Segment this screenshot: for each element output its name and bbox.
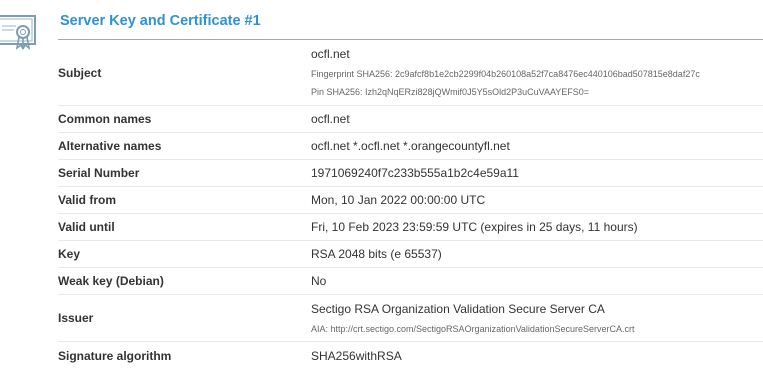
issuer-value: Sectigo RSA Organization Validation Secu… <box>311 301 605 316</box>
table-row-valid-until: Valid until Fri, 10 Feb 2023 23:59:59 UT… <box>58 214 763 241</box>
table-row-alternative-names: Alternative names ocfl.net *.ocfl.net *.… <box>58 133 763 160</box>
row-label: Valid from <box>58 193 117 207</box>
ssl-report-page: Server Key and Certificate #1 Subject oc… <box>0 0 763 368</box>
table-row-key: Key RSA 2048 bits (e 65537) <box>58 241 763 268</box>
issuer-aia: AIA: http://crt.sectigo.com/SectigoRSAOr… <box>311 323 635 334</box>
row-value: Mon, 10 Jan 2022 00:00:00 UTC <box>311 193 486 207</box>
table-row-common-names: Common names ocfl.net <box>58 106 763 133</box>
section-title: Server Key and Certificate #1 <box>60 13 261 29</box>
row-label: Signature algorithm <box>58 349 172 363</box>
row-value: Sectigo RSA Organization Validation Secu… <box>311 301 763 336</box>
row-label: Weak key (Debian) <box>58 274 164 288</box>
row-label: Alternative names <box>58 139 162 153</box>
table-row-weak-key: Weak key (Debian) No <box>58 268 763 295</box>
row-value: Fri, 10 Feb 2023 23:59:59 UTC (expires i… <box>311 220 638 234</box>
row-value: ocfl.net *.ocfl.net *.orangecountyfl.net <box>311 139 510 153</box>
row-value: No <box>311 274 327 288</box>
table-row-subject: Subject ocfl.net Fingerprint SHA256: 2c9… <box>58 40 763 106</box>
row-value: ocfl.net Fingerprint SHA256: 2c9afcf8b1e… <box>311 46 763 99</box>
certificate-icon <box>0 13 42 53</box>
table-row-signature-algorithm: Signature algorithm SHA256withRSA <box>58 342 763 368</box>
fingerprint-sha256: Fingerprint SHA256: 2c9afcf8b1e2cb2299f0… <box>311 69 700 79</box>
row-value: 1971069240f7c233b555a1b2c4e59a11 <box>311 166 519 180</box>
table-row-serial-number: Serial Number 1971069240f7c233b555a1b2c4… <box>58 160 763 187</box>
row-label: Valid until <box>58 220 115 234</box>
row-value: ocfl.net <box>311 112 350 126</box>
table-row-issuer: Issuer Sectigo RSA Organization Validati… <box>58 295 763 342</box>
certificate-details-table: Subject ocfl.net Fingerprint SHA256: 2c9… <box>58 40 763 368</box>
subject-value: ocfl.net <box>311 47 350 61</box>
row-value: SHA256withRSA <box>311 349 402 363</box>
row-label: Key <box>58 247 81 261</box>
row-label: Subject <box>58 65 102 80</box>
row-label: Common names <box>58 112 152 126</box>
row-label: Issuer <box>58 311 94 325</box>
table-row-valid-from: Valid from Mon, 10 Jan 2022 00:00:00 UTC <box>58 187 763 214</box>
row-label: Serial Number <box>58 166 140 180</box>
pin-sha256: Pin SHA256: Izh2qNqERzi828jQWmif0J5Y5sOl… <box>311 87 590 97</box>
row-value: RSA 2048 bits (e 65537) <box>311 247 442 261</box>
